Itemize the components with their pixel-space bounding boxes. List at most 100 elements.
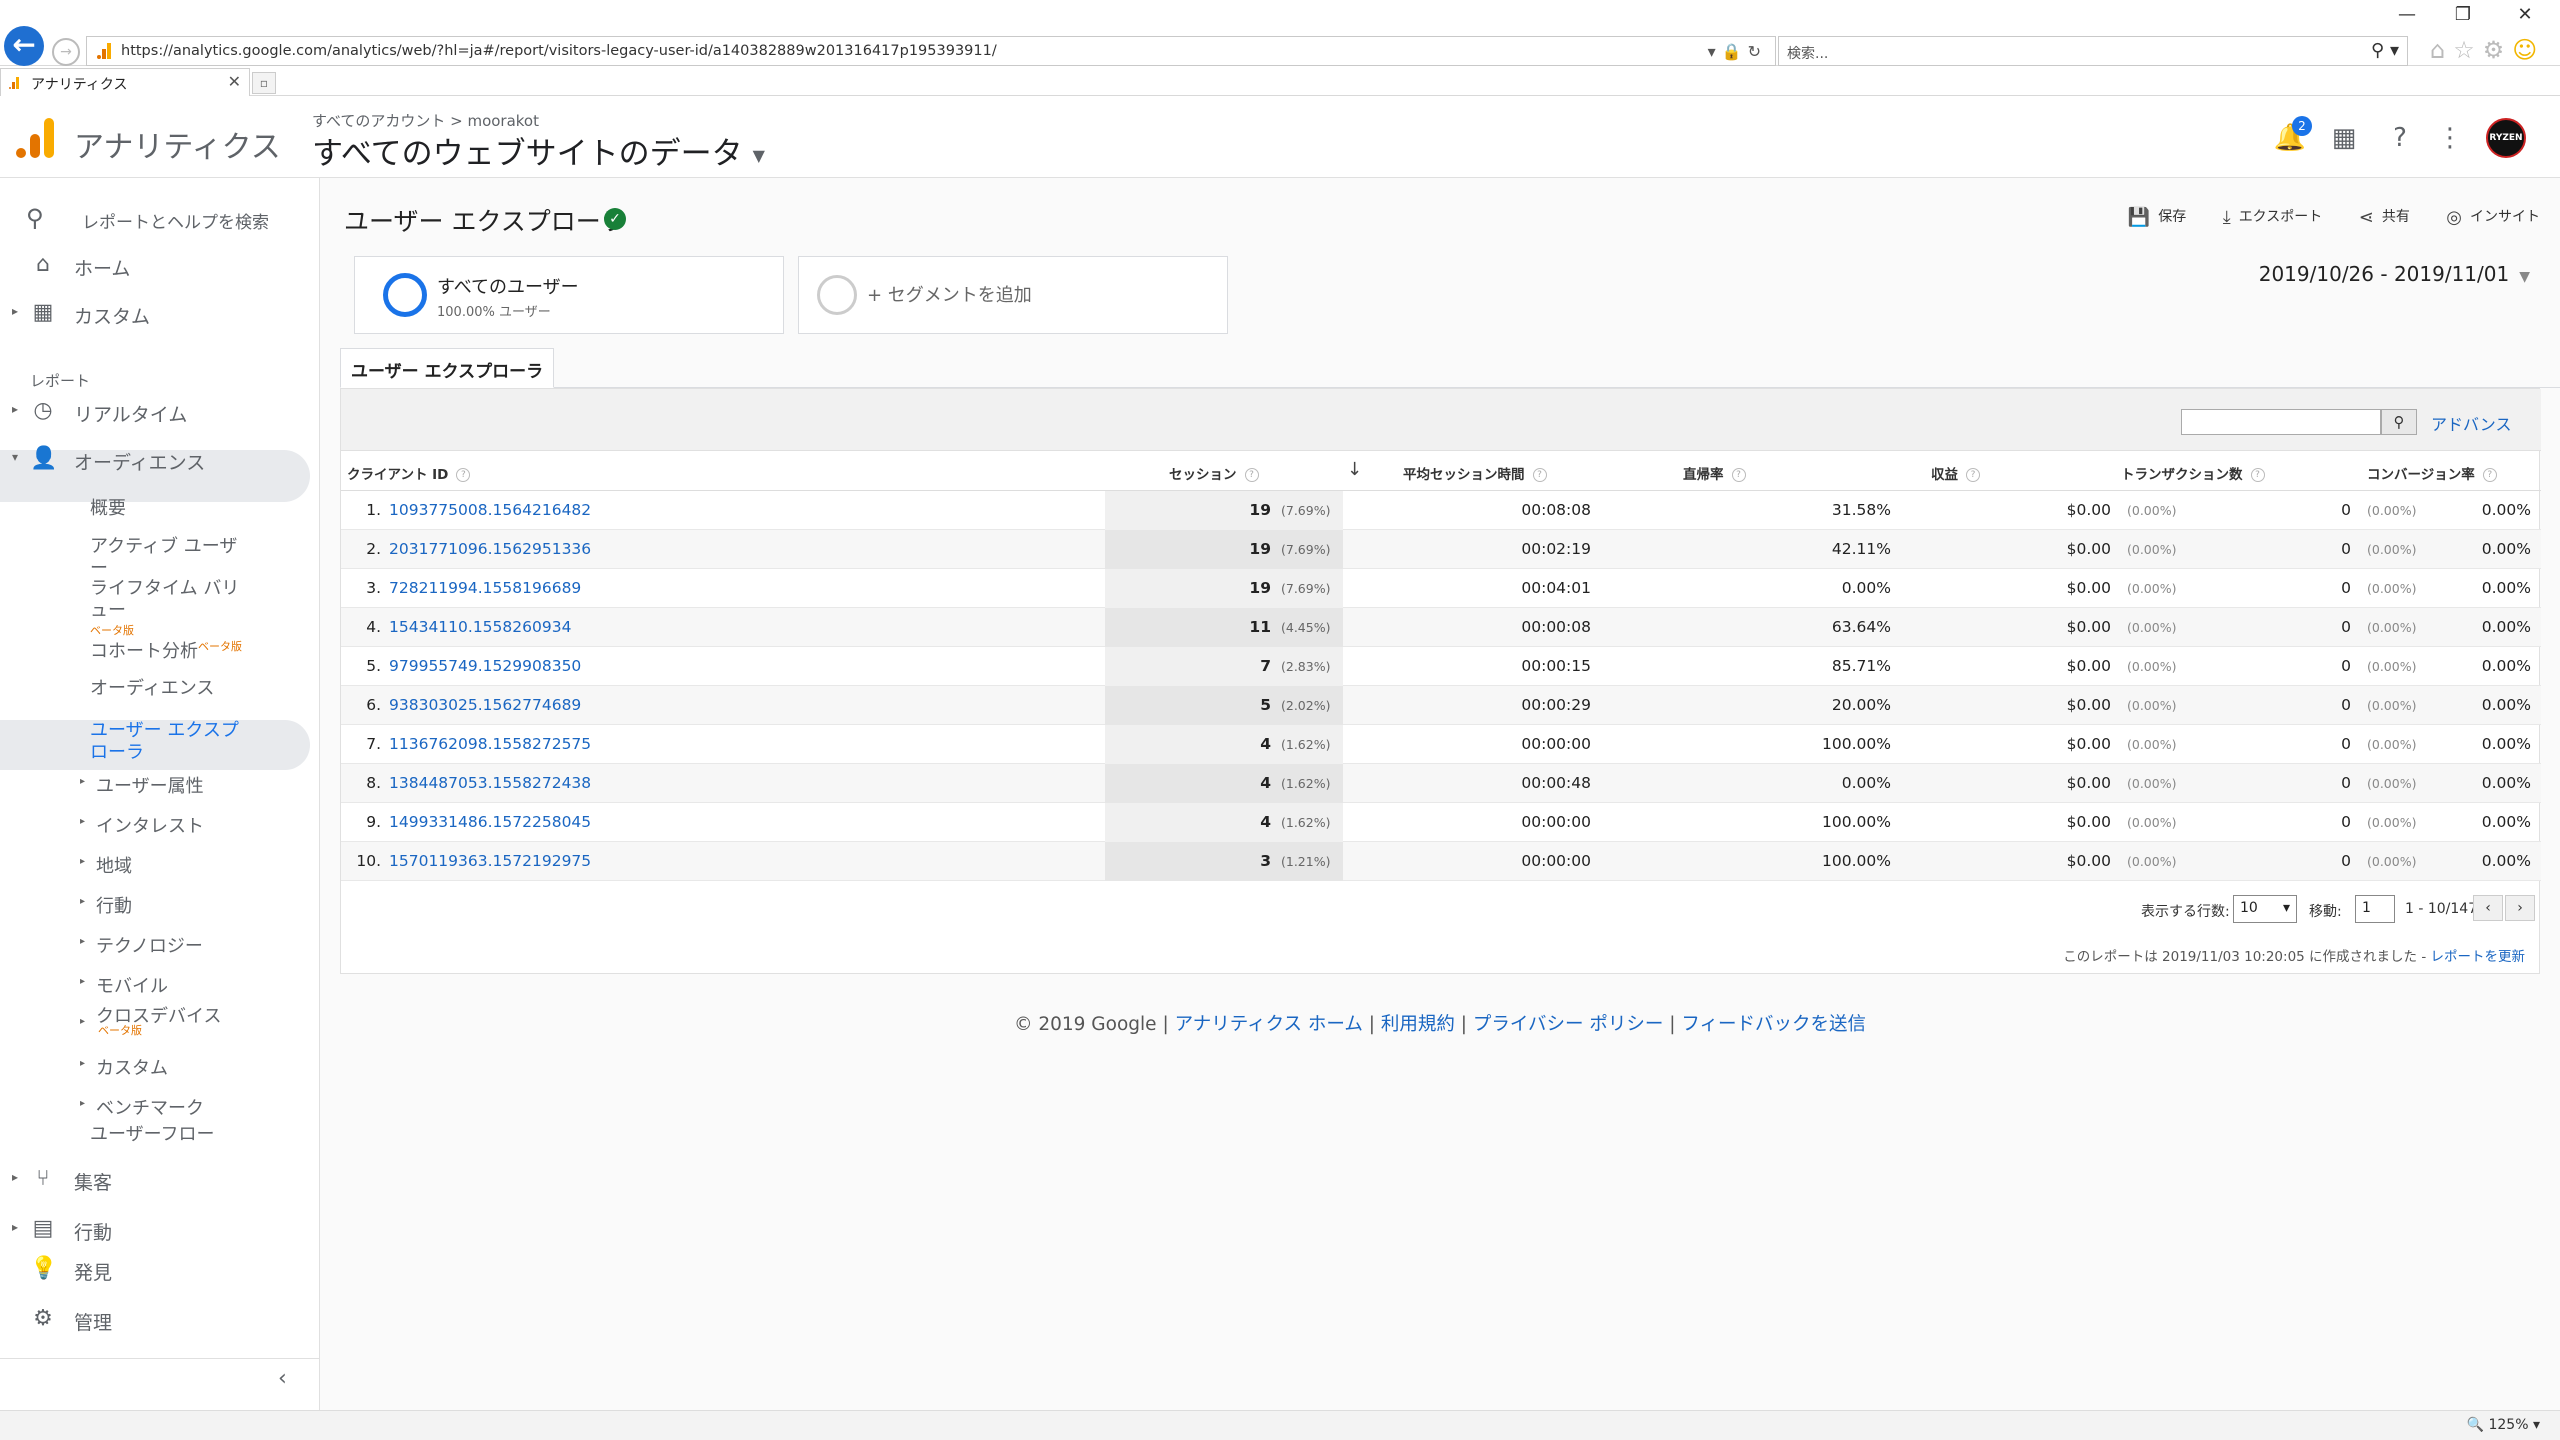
- bounce-rate-value: 42.11%: [1831, 540, 1891, 558]
- bounce-rate-value: 100.00%: [1822, 813, 1891, 831]
- expand-arrow-icon: ▸: [80, 896, 86, 907]
- rows-per-page-select[interactable]: 10 ▾: [2233, 895, 2297, 923]
- tab-close-icon[interactable]: ✕: [228, 72, 241, 91]
- client-id-link[interactable]: 15434110.1558260934: [389, 618, 571, 636]
- col-conversion[interactable]: コンバージョン率?: [2367, 463, 2497, 483]
- home-icon[interactable]: ⌂: [2430, 36, 2453, 64]
- help-icon[interactable]: ?: [1532, 468, 1547, 482]
- main-content: ユーザー エクスプローラ ✓ 💾 保存 ⤓ エクスポート ⋖ 共有 ◎ インサイト すべ…: [320, 178, 2560, 1410]
- browser-search-placeholder: 検索...: [1787, 46, 1829, 62]
- client-id-link[interactable]: 728211994.1558196689: [389, 579, 581, 597]
- settings-icon[interactable]: ⚙: [2483, 36, 2513, 64]
- favorites-icon[interactable]: ☆: [2453, 36, 2483, 64]
- help-icon[interactable]: ?: [2482, 468, 2497, 482]
- notifications-icon[interactable]: 🔔 2: [2270, 116, 2312, 158]
- zoom-level[interactable]: 🔍 125% ▾: [2467, 1417, 2540, 1433]
- footer-link-terms[interactable]: 利用規約: [1381, 1014, 1455, 1035]
- col-avg-duration[interactable]: 平均セッション時間?: [1403, 463, 1547, 483]
- prev-page-button[interactable]: ‹: [2473, 895, 2503, 921]
- revenue-value: $0.00: [2066, 540, 2111, 558]
- date-range-picker[interactable]: 2019/10/26 - 2019/11/01 ▼: [2259, 262, 2530, 286]
- browser-statusbar: 🔍 125% ▾: [0, 1410, 2560, 1440]
- back-button[interactable]: ←: [4, 26, 44, 66]
- share-button[interactable]: ⋖ 共有: [2359, 206, 2410, 228]
- goto-page-input[interactable]: 1: [2355, 895, 2395, 923]
- help-icon[interactable]: ?: [2250, 468, 2265, 482]
- table-search-input[interactable]: [2181, 409, 2381, 435]
- search-icon[interactable]: ⚲: [2381, 409, 2417, 435]
- forward-button[interactable]: →: [52, 38, 80, 66]
- footer-link-feedback[interactable]: フィードバックを送信: [1681, 1014, 1866, 1035]
- product-name: アナリティクス: [74, 130, 281, 165]
- insights-button[interactable]: ◎ インサイト: [2446, 206, 2540, 228]
- client-id-link[interactable]: 1384487053.1558272438: [389, 774, 591, 792]
- avg-duration-value: 00:00:15: [1521, 657, 1591, 675]
- avg-duration-value: 00:04:01: [1521, 579, 1591, 597]
- col-bounce-rate[interactable]: 直帰率?: [1683, 463, 1746, 483]
- collapse-sidebar-icon[interactable]: ‹: [278, 1366, 287, 1391]
- footer-link-analytics-home[interactable]: アナリティクス ホーム: [1175, 1014, 1363, 1035]
- avg-duration-value: 00:00:08: [1521, 618, 1591, 636]
- sidebar-item-overview[interactable]: 概要: [90, 498, 250, 520]
- sidebar-item-cohort[interactable]: コホート分析ベータ版: [90, 636, 290, 663]
- analytics-logo-icon: [16, 118, 54, 158]
- view-selector[interactable]: すべてのウェブサイトのデータ ▼: [312, 128, 765, 173]
- sessions-percent: (7.69%): [1281, 581, 1331, 596]
- client-id-link[interactable]: 1093775008.1564216482: [389, 501, 591, 519]
- help-icon[interactable]: ?: [2380, 118, 2420, 158]
- address-bar[interactable]: https://analytics.google.com/analytics/w…: [86, 36, 1776, 66]
- browser-tab[interactable]: アナリティクス ✕: [0, 68, 250, 96]
- sort-descending-icon[interactable]: ↓: [1347, 459, 1362, 480]
- address-bar-controls-icon[interactable]: ▾🔒↻: [1708, 42, 1767, 61]
- advanced-filter-link[interactable]: アドバンス: [2431, 411, 2511, 435]
- tab-title: アナリティクス: [31, 77, 128, 93]
- chevron-down-icon: ▼: [752, 146, 765, 165]
- col-client-id[interactable]: クライアント ID?: [347, 463, 471, 483]
- help-icon[interactable]: ?: [1966, 468, 1980, 482]
- close-window-button[interactable]: ✕: [2510, 4, 2540, 25]
- save-button[interactable]: 💾 保存: [2128, 206, 2186, 228]
- apps-grid-icon[interactable]: ▦: [2324, 118, 2364, 158]
- client-id-link[interactable]: 1499331486.1572258045: [389, 813, 591, 831]
- search-icon[interactable]: ⚲ ▾: [2371, 40, 2399, 61]
- new-tab-button[interactable]: ▫: [252, 72, 276, 94]
- add-segment-label: + セグメントを追加: [867, 285, 1032, 306]
- help-icon[interactable]: ?: [456, 468, 471, 482]
- col-sessions[interactable]: セッション?: [1169, 463, 1259, 483]
- client-id-link[interactable]: 979955749.1529908350: [389, 657, 581, 675]
- segment-all-users[interactable]: すべてのユーザー 100.00% ユーザー: [354, 256, 784, 334]
- tab-user-explorer[interactable]: ユーザー エクスプローラ: [340, 348, 555, 388]
- export-button[interactable]: ⤓ エクスポート: [2223, 206, 2323, 228]
- sidebar-item-label: 地域: [96, 856, 132, 877]
- sessions-percent: (1.21%): [1281, 854, 1331, 869]
- more-vert-icon[interactable]: ⋮: [2430, 118, 2470, 158]
- next-page-button[interactable]: ›: [2505, 895, 2535, 921]
- sidebar-item-user-explorer[interactable]: ユーザー エクスプローラ: [90, 720, 250, 764]
- client-id-link[interactable]: 1136762098.1558272575: [389, 735, 591, 753]
- expand-arrow-icon: ▸: [80, 1016, 86, 1027]
- restore-button[interactable]: ❐: [2448, 4, 2478, 25]
- sidebar-item-users-flow[interactable]: ユーザーフロー: [90, 1124, 250, 1146]
- help-icon[interactable]: ?: [1731, 468, 1746, 482]
- sidebar-item-active-users[interactable]: アクティブ ユーザー: [90, 536, 250, 580]
- client-id-link[interactable]: 2031771096.1562951336: [389, 540, 591, 558]
- sidebar-item-audiences[interactable]: オーディエンス: [90, 678, 250, 700]
- client-id-link[interactable]: 1570119363.1572192975: [389, 852, 591, 870]
- avatar[interactable]: RYZEN: [2486, 118, 2526, 158]
- sidebar: ⚲ レポートとヘルプを検索 ⌂ ホーム ▸ ▦ カスタム レポート ▸ ◷ リアルタイ…: [0, 178, 320, 1410]
- sidebar-search[interactable]: ⚲ レポートとヘルプを検索: [22, 198, 312, 238]
- footer-link-privacy[interactable]: プライバシー ポリシー: [1473, 1014, 1664, 1035]
- col-revenue[interactable]: 収益?: [1931, 463, 1980, 483]
- empty-segment-ring-icon: [817, 275, 857, 315]
- browser-search-box[interactable]: 検索... ⚲ ▾: [1778, 36, 2408, 66]
- sidebar-item-label: ライフタイム バリュー: [90, 578, 240, 621]
- feedback-smiley-icon[interactable]: ☺: [2512, 36, 2545, 64]
- expand-arrow-icon: ▸: [12, 402, 19, 416]
- revenue-value: $0.00: [2066, 735, 2111, 753]
- refresh-report-link[interactable]: レポートを更新: [2431, 949, 2526, 965]
- col-transactions[interactable]: トランザクション数?: [2121, 463, 2265, 483]
- help-icon[interactable]: ?: [1244, 468, 1259, 482]
- add-segment-button[interactable]: + セグメントを追加: [798, 256, 1228, 334]
- minimize-button[interactable]: —: [2392, 4, 2422, 25]
- client-id-link[interactable]: 938303025.1562774689: [389, 696, 581, 714]
